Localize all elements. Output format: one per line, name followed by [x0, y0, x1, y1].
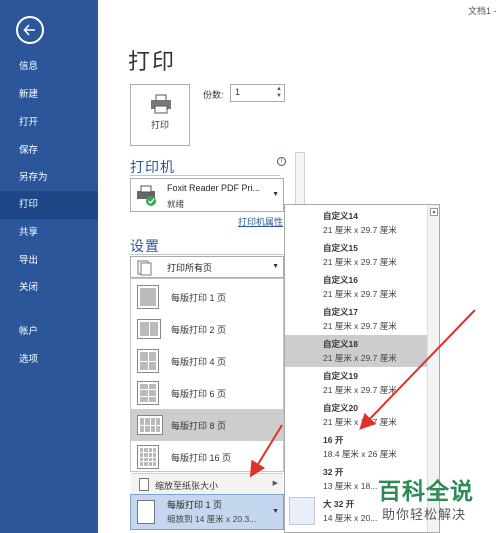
pages-per-sheet-menu: 每版打印 1 页 每版打印 2 页 每版打印 4 页 每版打印 6 页 每版打印… [130, 278, 284, 495]
paper-size-dims: 21 厘米 x 29.7 厘米 [323, 321, 397, 331]
paper-thumbnail [289, 497, 315, 525]
page-title: 打印 [128, 49, 177, 74]
chevron-down-icon: ▼ [272, 263, 279, 270]
printer-select[interactable]: Foxit Reader PDF Pri... 就绪 ▼ [130, 178, 284, 212]
spin-down-icon[interactable]: ▼ [276, 93, 282, 99]
sidebar-item-save-as[interactable]: 另存为 [0, 164, 98, 192]
back-arrow-icon[interactable] [16, 16, 44, 44]
section-divider [130, 254, 284, 255]
sidebar-item-open[interactable]: 打开 [0, 109, 98, 137]
window-title: 文档1 - [468, 6, 497, 16]
paper-size-name: 自定义15 [323, 243, 358, 253]
paper-size-dims: 18.4 厘米 x 26 厘米 [323, 449, 397, 459]
paper-size-dims: 21 厘米 x 29.7 厘米 [323, 289, 397, 299]
paper-size-name: 自定义19 [323, 371, 358, 381]
sidebar-item-print[interactable]: 打印 [0, 191, 98, 219]
paper-size-name: 自定义14 [323, 211, 358, 221]
watermark-tagline: 助你轻松解决 [382, 507, 467, 522]
settings-section-title: 设置 [130, 238, 160, 254]
paper-size-dims: 21 厘米 x 29.7 厘米 [323, 353, 397, 363]
layout-2-icon [137, 319, 161, 339]
pps-current-label: 每版打印 1 页 [167, 500, 223, 510]
paper-size-item[interactable]: 自定义18 21 厘米 x 29.7 厘米 [285, 335, 427, 367]
paper-size-dims: 21 厘米 x 29.7 厘米 [323, 225, 397, 235]
watermark: 百科全说 助你轻松解决 [368, 470, 498, 530]
sidebar-item-account[interactable]: 帐户 [0, 318, 98, 346]
paper-icon [139, 478, 149, 491]
sidebar-item-close[interactable]: 关闭 [0, 274, 98, 302]
pps-item-16[interactable]: 每版打印 16 页 [131, 441, 283, 473]
pps-item-6[interactable]: 每版打印 6 页 [131, 377, 283, 409]
paper-size-name: 自定义18 [323, 339, 358, 349]
pps-item-8[interactable]: 每版打印 8 页 [131, 409, 283, 441]
page-icon [137, 500, 155, 524]
sidebar-item-save[interactable]: 保存 [0, 137, 98, 165]
printer-section-title: 打印机 [130, 159, 175, 175]
backstage-sidebar: 信息 新建 打开 保存 另存为 打印 共享 导出 关闭 帐户 选项 [0, 0, 98, 533]
paper-size-item[interactable]: 16 开 18.4 厘米 x 26 厘米 [285, 431, 427, 463]
chevron-right-icon: ▶ [272, 480, 278, 487]
layout-1-icon [137, 285, 159, 309]
sidebar-item-new[interactable]: 新建 [0, 81, 98, 109]
pps-current-scale: 缩放到 14 厘米 x 20.3... [167, 514, 257, 524]
layout-8-icon [137, 415, 163, 435]
printer-status-icon [137, 185, 156, 206]
paper-size-item[interactable]: 自定义14 21 厘米 x 29.7 厘米 [285, 207, 427, 239]
pps-item-label: 每版打印 8 页 [171, 421, 227, 431]
scale-to-paper-item[interactable]: 缩放至纸张大小 ▶ [131, 473, 283, 495]
copies-value: 1 [235, 87, 241, 97]
paper-size-name: 自定义17 [323, 307, 358, 317]
paper-size-item[interactable]: 自定义17 21 厘米 x 29.7 厘米 [285, 303, 427, 335]
scroll-up-icon[interactable]: ▲ [430, 208, 438, 216]
printer-properties-link[interactable]: 打印机属性 [238, 215, 283, 228]
pps-item-label: 每版打印 4 页 [171, 357, 227, 367]
paper-size-item[interactable]: 自定义16 21 厘米 x 29.7 厘米 [285, 271, 427, 303]
paper-size-dims: 21 厘米 x 29.7 厘米 [323, 257, 397, 267]
paper-size-item[interactable]: 自定义15 21 厘米 x 29.7 厘米 [285, 239, 427, 271]
spin-up-icon[interactable]: ▲ [276, 86, 282, 92]
print-scope-select[interactable]: 打印所有页 ▼ [130, 256, 284, 278]
pps-item-1[interactable]: 每版打印 1 页 [131, 281, 283, 313]
paper-size-name: 自定义20 [323, 403, 358, 413]
pages-per-sheet-select[interactable]: 每版打印 1 页 缩放到 14 厘米 x 20.3... ▼ [130, 494, 284, 530]
chevron-down-icon: ▼ [272, 508, 279, 515]
info-icon[interactable]: i [277, 157, 286, 166]
paper-size-name: 32 开 [323, 467, 344, 477]
watermark-brand: 百科全说 [378, 478, 474, 504]
printer-name: Foxit Reader PDF Pri... [167, 183, 261, 193]
pages-icon [137, 260, 152, 276]
layout-6-icon [137, 381, 159, 405]
printer-icon [151, 94, 171, 114]
scale-to-paper-label: 缩放至纸张大小 [155, 481, 219, 491]
paper-size-dims: 21 厘米 x 29.7 厘米 [323, 417, 397, 427]
sidebar-item-info[interactable]: 信息 [0, 53, 98, 81]
pps-item-label: 每版打印 6 页 [171, 389, 227, 399]
pps-item-label: 每版打印 2 页 [171, 325, 227, 335]
paper-size-item[interactable]: 自定义19 21 厘米 x 29.7 厘米 [285, 367, 427, 399]
copies-label: 份数: [203, 90, 224, 100]
print-button-label: 打印 [150, 120, 169, 130]
pps-item-4[interactable]: 每版打印 4 页 [131, 345, 283, 377]
layout-16-icon [137, 445, 159, 469]
sidebar-item-options[interactable]: 选项 [0, 346, 98, 374]
layout-4-icon [137, 349, 159, 373]
sidebar-item-share[interactable]: 共享 [0, 219, 98, 247]
sidebar-item-export[interactable]: 导出 [0, 247, 98, 275]
pps-item-2[interactable]: 每版打印 2 页 [131, 313, 283, 345]
paper-size-dims: 21 厘米 x 29.7 厘米 [323, 385, 397, 395]
paper-size-name: 大 32 开 [323, 499, 355, 509]
copies-stepper[interactable]: 1 ▲ ▼ [230, 84, 285, 102]
print-scope-value: 打印所有页 [167, 263, 213, 273]
paper-size-name: 自定义16 [323, 275, 358, 285]
print-button[interactable]: 打印 [130, 84, 190, 146]
paper-size-item[interactable]: 自定义20 21 厘米 x 29.7 厘米 [285, 399, 427, 431]
paper-size-name: 16 开 [323, 435, 344, 445]
pps-item-label: 每版打印 16 页 [171, 453, 232, 463]
printer-status: 就绪 [167, 199, 185, 209]
chevron-down-icon: ▼ [272, 191, 279, 198]
panel-scrollbar[interactable] [295, 152, 305, 212]
section-divider [130, 175, 280, 176]
pps-item-label: 每版打印 1 页 [171, 293, 227, 303]
